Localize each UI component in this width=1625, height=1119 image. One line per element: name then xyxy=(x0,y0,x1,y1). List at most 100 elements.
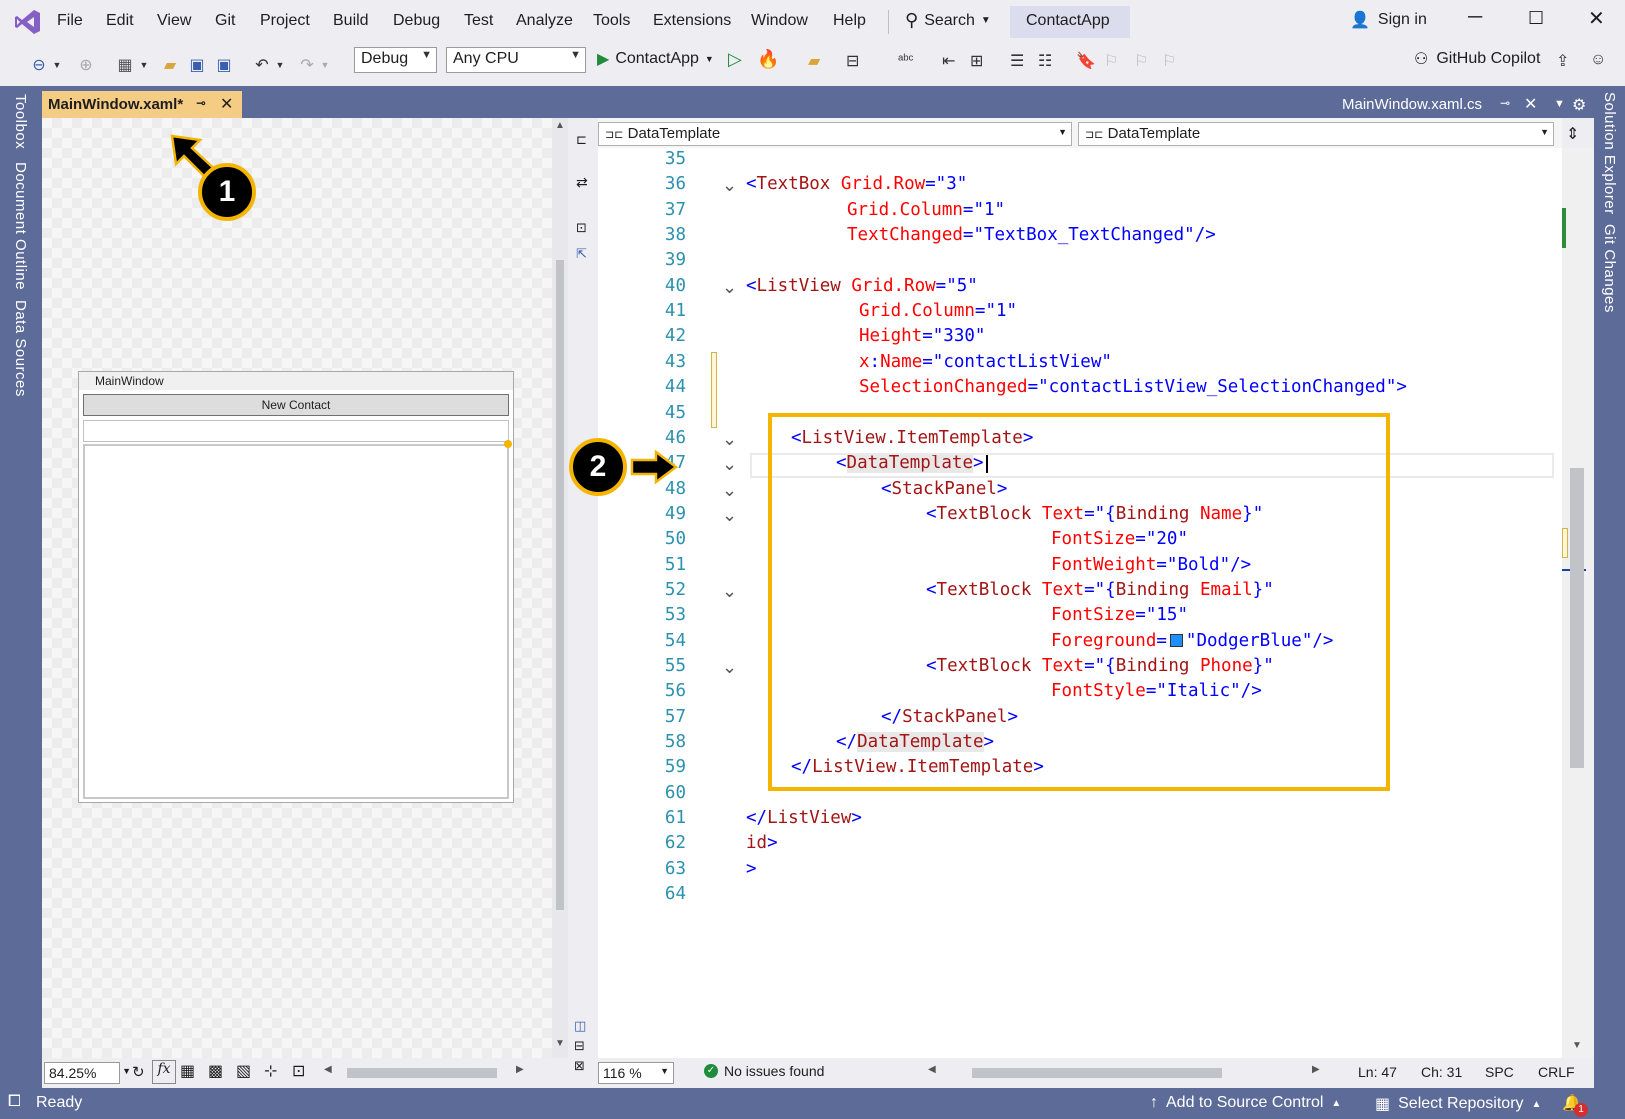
notifications-button[interactable]: 🔔 1 xyxy=(1562,1093,1588,1117)
output-icon[interactable]: ⧠ xyxy=(8,1093,21,1111)
code-line-63[interactable]: > xyxy=(746,859,757,879)
close-tab-icon[interactable]: ✕ xyxy=(1524,94,1537,114)
share-icon[interactable]: ⇪ xyxy=(1556,51,1569,71)
line-number[interactable]: Ln: 47 xyxy=(1358,1064,1397,1080)
device-icon[interactable]: ⊡ xyxy=(292,1061,305,1081)
editor-zoom-dropdown[interactable]: 116 % ▼ xyxy=(598,1062,674,1084)
scroll-up-icon[interactable]: ▲ xyxy=(555,120,565,131)
scroll-down-icon[interactable]: ▼ xyxy=(555,1038,565,1049)
code-line-37[interactable]: Grid.Column="1" xyxy=(847,200,1005,220)
redo-icon[interactable]: ↷ xyxy=(295,52,319,78)
chevron-down-icon[interactable]: ▼ xyxy=(139,52,149,78)
line-ending[interactable]: CRLF xyxy=(1538,1064,1575,1080)
forward-icon[interactable]: ⊕ xyxy=(75,52,97,78)
bookmark-icon[interactable]: 🔖 xyxy=(1076,51,1096,71)
folder-icon[interactable]: ▰ xyxy=(808,51,820,71)
configuration-dropdown[interactable]: Debug ▼ xyxy=(354,47,437,73)
code-line-41[interactable]: Grid.Column="1" xyxy=(859,301,1017,321)
menu-git[interactable]: Git xyxy=(215,12,235,30)
layout-icon[interactable]: ⊟ xyxy=(846,51,859,71)
refresh-icon[interactable]: ↻ xyxy=(132,1063,145,1081)
designer-vertical-scrollbar[interactable]: ▲ ▼ xyxy=(552,118,568,1058)
document-outline-tab[interactable]: Document Outline xyxy=(12,162,29,290)
fold-toggle-icon[interactable]: ⌄ xyxy=(722,430,737,448)
scope-dropdown-right[interactable]: ⊐⊏ DataTemplate ▼ xyxy=(1078,122,1554,146)
save-icon[interactable]: ▣ xyxy=(185,52,209,78)
fold-toggle-icon[interactable]: ⌄ xyxy=(722,455,737,473)
prev-bookmark-icon[interactable]: ⚐ xyxy=(1104,51,1118,71)
pin-icon[interactable]: ⊸ xyxy=(196,96,206,110)
open-folder-icon[interactable]: ▰ xyxy=(158,52,182,78)
effects-icon[interactable]: fx xyxy=(152,1060,176,1084)
uncomment-icon[interactable]: ☷ xyxy=(1038,51,1052,71)
artboard-icon[interactable]: ▧ xyxy=(236,1061,251,1081)
toolbox-tab[interactable]: Toolbox xyxy=(12,94,29,149)
select-repository-button[interactable]: ▦ Select Repository ▲ xyxy=(1375,1094,1541,1114)
menu-analyze[interactable]: Analyze xyxy=(516,12,573,30)
code-line-43[interactable]: x:Name="contactListView" xyxy=(859,352,1112,372)
swap-panes-icon[interactable]: ⇄ xyxy=(576,174,588,191)
scroll-thumb[interactable] xyxy=(1570,468,1584,768)
issues-indicator[interactable]: ✓ No issues found xyxy=(704,1063,824,1079)
scroll-right-icon[interactable]: ▶ xyxy=(1312,1064,1320,1075)
fold-toggle-icon[interactable]: ⌄ xyxy=(722,481,737,499)
scroll-right-icon[interactable]: ▶ xyxy=(516,1064,524,1075)
scroll-left-icon[interactable]: ◀ xyxy=(324,1064,332,1075)
fold-toggle-icon[interactable]: ⌄ xyxy=(722,582,737,600)
menu-file[interactable]: File xyxy=(57,12,83,30)
search-textbox-preview[interactable] xyxy=(83,420,509,442)
start-debugging-button[interactable]: ▶ ContactApp ▼ xyxy=(597,49,714,69)
menu-project[interactable]: Project xyxy=(260,12,310,30)
popout-icon[interactable]: ⇱ xyxy=(576,246,587,262)
feedback-icon[interactable]: ☺ xyxy=(1590,51,1606,69)
new-project-icon[interactable]: ▦ xyxy=(113,52,137,78)
visual-studio-logo-icon[interactable] xyxy=(14,8,42,36)
chevron-down-icon[interactable]: ▼ xyxy=(320,52,330,78)
code-line-38[interactable]: TextChanged="TextBox_TextChanged"/> xyxy=(847,225,1216,245)
search-button[interactable]: ⚲ Search ▼ xyxy=(905,10,991,31)
snap-lines-icon[interactable]: ⊹ xyxy=(264,1061,277,1081)
close-icon[interactable]: ✕ xyxy=(1588,6,1605,31)
comment-icon[interactable]: ☰ xyxy=(1010,51,1024,71)
design-view-icon[interactable]: ⊏ xyxy=(576,132,587,148)
chevron-down-icon[interactable]: ▼ xyxy=(1554,98,1565,110)
spell-check-icon[interactable]: ᵃᵇᶜ xyxy=(898,51,913,67)
close-tab-icon[interactable]: ✕ xyxy=(220,94,233,114)
editor-vertical-scrollbar[interactable]: ▼ xyxy=(1562,148,1594,1058)
tab-mainwindow-xaml[interactable]: MainWindow.xaml* ⊸ ✕ xyxy=(42,91,242,118)
contact-listview-preview[interactable] xyxy=(83,444,509,799)
chevron-down-icon[interactable]: ▼ xyxy=(275,52,285,78)
horizontal-scroll-thumb[interactable] xyxy=(347,1068,497,1078)
menu-extensions[interactable]: Extensions xyxy=(653,12,731,30)
menu-test[interactable]: Test xyxy=(464,12,493,30)
menu-help[interactable]: Help xyxy=(833,12,866,30)
code-line-44[interactable]: SelectionChanged="contactListView_Select… xyxy=(859,377,1407,397)
maximize-icon[interactable]: ☐ xyxy=(1528,8,1544,29)
platform-dropdown[interactable]: Any CPU ▼ xyxy=(446,47,586,73)
solution-explorer-tab[interactable]: Solution Explorer xyxy=(1601,92,1618,215)
collapse-pane-icon[interactable]: ⊠ xyxy=(574,1058,585,1074)
vertical-split-icon[interactable]: ◫ xyxy=(574,1018,586,1034)
fold-toggle-icon[interactable]: ⌄ xyxy=(722,506,737,524)
snap-grid-icon[interactable]: ▩ xyxy=(208,1061,223,1081)
align-icon[interactable]: ⇤ xyxy=(942,51,955,71)
menu-tools[interactable]: Tools xyxy=(593,12,630,30)
data-sources-tab[interactable]: Data Sources xyxy=(12,300,29,397)
code-line-61[interactable]: </ListView> xyxy=(746,808,862,828)
minimize-icon[interactable]: ─ xyxy=(1468,6,1482,29)
code-line-42[interactable]: Height="330" xyxy=(859,326,985,346)
code-line-40[interactable]: <ListView Grid.Row="5" xyxy=(746,276,978,296)
xaml-view-icon[interactable]: ⊡ xyxy=(576,220,587,236)
menu-debug[interactable]: Debug xyxy=(393,12,440,30)
clear-bookmarks-icon[interactable]: ⚐ xyxy=(1162,51,1176,71)
code-line-36[interactable]: <TextBox Grid.Row="3" xyxy=(746,174,967,194)
chevron-down-icon[interactable]: ▼ xyxy=(52,52,62,78)
horizontal-split-icon[interactable]: ⊟ xyxy=(574,1038,585,1054)
scroll-left-icon[interactable]: ◀ xyxy=(928,1064,936,1075)
format-icon[interactable]: ⊞ xyxy=(970,51,983,71)
split-editor-icon[interactable]: ⇕ xyxy=(1566,124,1579,144)
menu-window[interactable]: Window xyxy=(751,12,808,30)
menu-view[interactable]: View xyxy=(157,12,191,30)
back-icon[interactable]: ⊖ xyxy=(28,52,50,78)
fold-toggle-icon[interactable]: ⌄ xyxy=(722,658,737,676)
